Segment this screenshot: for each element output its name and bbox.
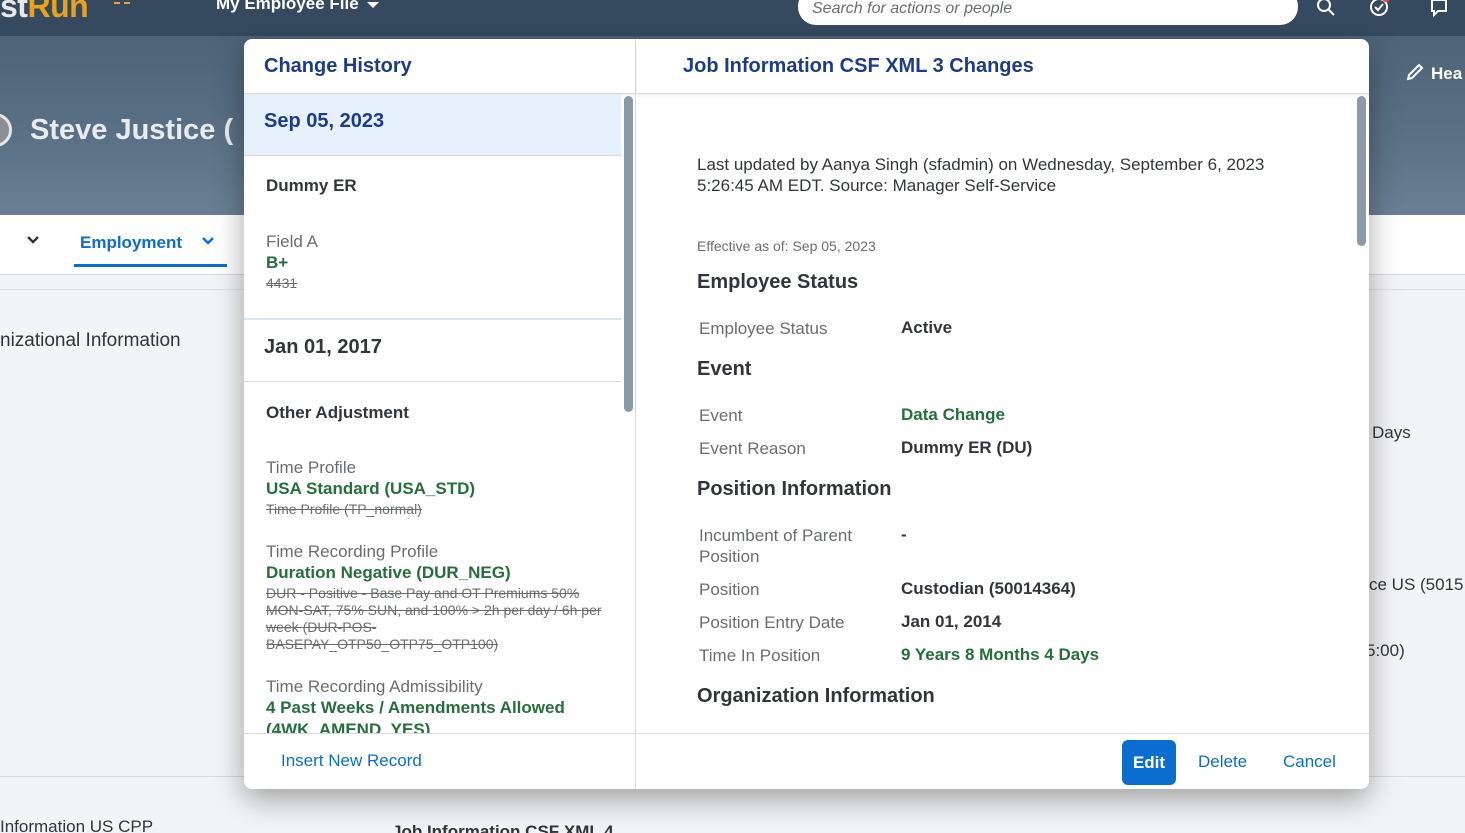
event-reason-label: Dummy ER [266,176,357,195]
field-label: Position Entry Date [699,613,845,632]
history-date-item[interactable]: Sep 05, 2023 [244,94,621,156]
history-change-card[interactable]: Other Adjustment Time Profile USA Standa… [244,382,621,733]
history-date-label: Jan 01, 2017 [264,336,382,358]
change-detail-pane: Job Information CSF XML 3 Changes Last u… [637,39,1369,789]
scrollbar-thumb[interactable] [624,96,633,412]
field-old-value: 4431 [266,275,298,291]
field-old-value: DUR - Positive - Base Pay and OT Premium… [266,585,602,652]
section-title-position-information: Position Information [697,478,892,500]
chevron-down-icon[interactable] [26,233,40,250]
field-value: Data Change [901,405,1005,424]
chevron-down-icon [201,237,214,245]
delete-button[interactable]: Delete [1198,752,1247,772]
detail-title: Job Information CSF XML 3 Changes [683,55,1034,77]
approval-check-icon[interactable] [1368,0,1390,18]
edit-button[interactable]: Edit [1122,740,1176,785]
field-value: Active [901,318,953,337]
dialog-footer: Edit Delete Cancel [637,733,1369,789]
background-text: Days [1372,423,1411,442]
background-text: ce US (5015 [1369,575,1464,594]
field-new-value: USA Standard (USA_STD) [266,479,476,498]
change-history-pane: Change History Sep 05, 2023 Dummy ER Fie… [244,39,636,789]
history-date-label: Sep 05, 2023 [264,110,385,132]
brand-logo[interactable]: stRun [0,0,89,25]
section-heading: Job Information CSF XML 4 [392,822,614,833]
field-label: Position [699,580,760,599]
insert-new-record-link[interactable]: Insert New Record [281,751,422,771]
field-value: Dummy ER (DU) [901,438,1033,457]
shell-bar: stRun My Employee File Search for action… [0,0,1465,36]
search-icon[interactable] [1315,0,1337,18]
tab-employment[interactable]: Employment [80,233,215,253]
history-change-card[interactable]: Dummy ER Field A B+ 4431 [244,156,621,320]
my-employee-file-menu[interactable]: My Employee File [216,0,379,14]
field-label: Time Recording Admissibility [266,677,483,696]
background-text: 5:00) [1366,641,1405,660]
chevron-down-icon [366,1,379,8]
employee-name: Steve Justice ( [30,114,234,146]
history-date-item[interactable]: Jan 01, 2017 [244,320,621,382]
detail-content[interactable]: Last updated by Aanya Singh (sfadmin) on… [637,94,1369,733]
field-value: Jan 01, 2014 [901,612,1002,631]
tab-active-indicator [74,264,227,267]
notification-icon[interactable] [1428,0,1450,18]
search-input[interactable]: Search for actions or people [798,0,1298,25]
brand-logo-dash [114,2,130,10]
field-new-value: B+ [266,253,289,272]
field-new-value: 4 Past Weeks / Amendments Allowed [266,698,565,717]
event-reason-label: Other Adjustment [266,403,409,422]
field-label: Field A [266,232,318,251]
change-history-title: Change History [264,55,412,77]
header-action-link[interactable]: Hea [1405,62,1462,84]
change-history-dialog: Change History Sep 05, 2023 Dummy ER Fie… [244,39,1369,789]
field-old-value: Time Profile (TP_normal) [266,501,422,517]
section-title-employee-status: Employee Status [697,271,859,293]
effective-date-text: Effective as of: Sep 05, 2023 [697,238,876,254]
section-title-event: Event [697,358,752,380]
field-label: Time In Position [699,646,821,665]
field-label: Incumbent of Parent Position [699,526,853,566]
field-label: Employee Status [699,319,828,338]
field-new-value-continued: (4WK_AMEND_YES) [266,720,431,733]
pencil-icon [1406,63,1424,81]
section-title-organization-information: Organization Information [697,685,935,707]
field-value: Custodian (50014364) [901,579,1076,598]
field-label: Event [699,406,743,425]
pane-header: Job Information CSF XML 3 Changes [637,39,1369,94]
history-list[interactable]: Sep 05, 2023 Dummy ER Field A B+ 4431 Ja… [244,94,636,733]
section-heading: Information US CPP [0,817,154,833]
pane-header: Change History [244,39,635,94]
field-label: Event Reason [699,439,806,458]
last-updated-text: Last updated by Aanya Singh (sfadmin) on… [697,155,1265,195]
scrollbar-thumb[interactable] [1357,96,1366,246]
field-new-value: Duration Negative (DUR_NEG) [266,563,511,582]
field-label: Time Profile [266,458,357,477]
section-heading: nizational Information [0,330,181,351]
field-value: - [901,525,907,544]
field-value: 9 Years 8 Months 4 Days [901,645,1100,664]
field-label: Time Recording Profile [266,542,439,561]
left-pane-footer: Insert New Record [244,733,636,789]
cancel-button[interactable]: Cancel [1283,752,1336,772]
